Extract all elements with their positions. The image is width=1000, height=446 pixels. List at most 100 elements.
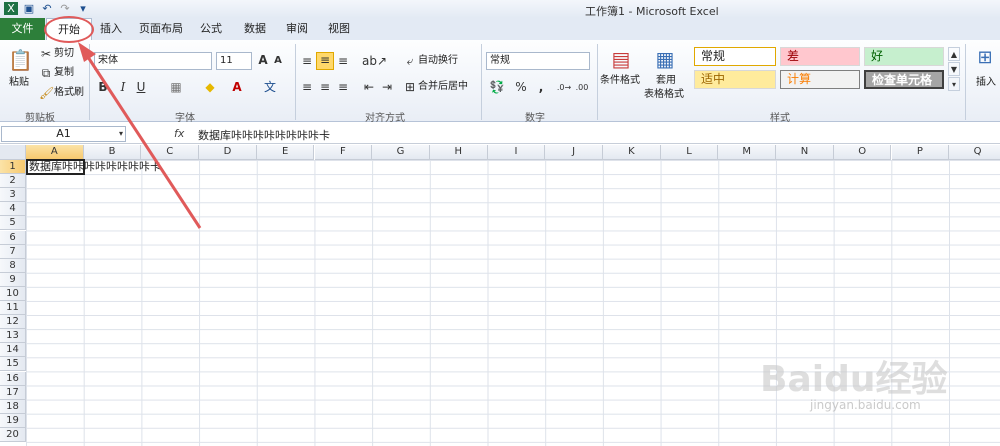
tab-data[interactable]: 数据	[238, 18, 272, 40]
font-size-select[interactable]: 11	[216, 52, 252, 70]
grow-font-icon[interactable]: A	[256, 53, 270, 67]
format-as-table-button-line2[interactable]: 表格格式	[644, 88, 684, 102]
undo-icon[interactable]: ↶	[40, 2, 54, 15]
column-header-k[interactable]: K	[603, 145, 661, 160]
tab-page-layout[interactable]: 页面布局	[134, 18, 188, 40]
tab-file[interactable]: 文件	[0, 18, 45, 40]
phonetic-icon[interactable]: 文	[262, 80, 278, 94]
tab-view[interactable]: 视图	[322, 18, 356, 40]
cut-button[interactable]: 剪切	[54, 47, 74, 61]
column-header-o[interactable]: O	[833, 145, 892, 160]
row-header-18[interactable]: 18	[0, 399, 26, 414]
cut-icon[interactable]: ✂	[39, 47, 53, 61]
row-header-19[interactable]: 19	[0, 413, 26, 428]
fill-color-icon[interactable]: ◆	[202, 80, 218, 94]
wrap-text-button[interactable]: 自动换行	[418, 54, 458, 68]
paste-icon[interactable]: 📋	[8, 48, 33, 72]
tab-insert[interactable]: 插入	[94, 18, 128, 40]
column-header-m[interactable]: M	[718, 145, 777, 160]
format-as-table-icon[interactable]: ▦	[652, 46, 678, 72]
align-middle-icon[interactable]: ≡	[316, 52, 334, 70]
underline-icon[interactable]: U	[134, 80, 148, 94]
align-center-icon[interactable]: ≡	[318, 80, 332, 94]
style-good[interactable]: 好	[864, 47, 944, 66]
column-header-q[interactable]: Q	[949, 145, 1000, 160]
row-header-17[interactable]: 17	[0, 385, 26, 400]
column-header-b[interactable]: B	[83, 145, 142, 160]
style-check-cell[interactable]: 检查单元格	[864, 70, 944, 89]
font-name-select[interactable]: 宋体	[94, 52, 212, 70]
insert-cells-icon[interactable]: ⊞	[974, 46, 996, 70]
tab-review[interactable]: 审阅	[280, 18, 314, 40]
insert-function-icon[interactable]: fx	[174, 127, 184, 140]
row-header-8[interactable]: 8	[0, 258, 26, 273]
decrease-indent-icon[interactable]: ⇤	[362, 80, 376, 94]
column-header-f[interactable]: F	[314, 145, 373, 160]
format-painter-button[interactable]: 格式刷	[54, 86, 84, 100]
comma-style-icon[interactable]: ,	[536, 80, 546, 94]
column-header-l[interactable]: L	[660, 145, 719, 160]
merge-center-icon[interactable]: ⊞	[403, 80, 417, 94]
row-header-14[interactable]: 14	[0, 343, 26, 358]
insert-cells-button[interactable]: 插入	[976, 76, 996, 90]
styles-more-icon[interactable]: ▾	[948, 77, 960, 91]
align-left-icon[interactable]: ≡	[300, 80, 314, 94]
row-header-4[interactable]: 4	[0, 202, 26, 217]
column-header-i[interactable]: I	[487, 145, 546, 160]
style-calculation[interactable]: 计算	[780, 70, 860, 89]
conditional-format-button[interactable]: 条件格式	[600, 74, 640, 88]
column-header-p[interactable]: P	[891, 145, 950, 160]
styles-scroll-down-icon[interactable]: ▼	[948, 62, 960, 76]
row-header-20[interactable]: 20	[0, 427, 26, 442]
align-top-icon[interactable]: ≡	[300, 54, 314, 68]
row-header-5[interactable]: 5	[0, 216, 26, 231]
conditional-format-icon[interactable]: ▤	[608, 46, 634, 72]
accounting-format-icon[interactable]: 💱	[488, 80, 506, 94]
copy-icon[interactable]: ⧉	[39, 66, 53, 80]
style-normal[interactable]: 常规	[694, 47, 776, 66]
column-header-e[interactable]: E	[256, 145, 315, 160]
column-header-c[interactable]: C	[141, 145, 200, 160]
row-header-12[interactable]: 12	[0, 315, 26, 330]
select-all-corner[interactable]	[0, 145, 26, 160]
style-neutral[interactable]: 适中	[694, 70, 776, 89]
merge-center-button[interactable]: 合并后居中	[418, 80, 468, 94]
row-header-13[interactable]: 13	[0, 329, 26, 344]
save-icon[interactable]: ▣	[22, 2, 36, 15]
customize-qat-icon[interactable]: ▾	[76, 2, 90, 15]
bold-icon[interactable]: B	[96, 80, 110, 94]
styles-scroll-up-icon[interactable]: ▲	[948, 47, 960, 61]
number-format-select[interactable]: 常规	[486, 52, 590, 70]
column-header-n[interactable]: N	[776, 145, 834, 160]
italic-icon[interactable]: I	[116, 80, 130, 94]
row-header-9[interactable]: 9	[0, 272, 26, 287]
align-right-icon[interactable]: ≡	[336, 80, 350, 94]
column-header-d[interactable]: D	[199, 145, 257, 160]
row-header-7[interactable]: 7	[0, 244, 26, 259]
format-as-table-button-line1[interactable]: 套用	[656, 74, 676, 88]
align-bottom-icon[interactable]: ≡	[336, 54, 350, 68]
row-header-15[interactable]: 15	[0, 357, 26, 372]
copy-button[interactable]: 复制	[54, 66, 74, 80]
column-header-h[interactable]: H	[429, 145, 488, 160]
row-header-16[interactable]: 16	[0, 371, 26, 386]
redo-icon[interactable]: ↷	[58, 2, 72, 15]
name-box[interactable]: A1	[1, 126, 126, 142]
row-header-3[interactable]: 3	[0, 188, 26, 203]
column-header-a[interactable]: A	[26, 145, 84, 160]
row-header-11[interactable]: 11	[0, 301, 26, 316]
formula-input[interactable]: 数据库咔咔咔咔咔咔咔咔卡	[198, 127, 330, 143]
row-header-10[interactable]: 10	[0, 286, 26, 301]
paste-button[interactable]: 粘贴	[9, 76, 29, 90]
decrease-decimal-icon[interactable]: .00	[574, 81, 590, 95]
percent-icon[interactable]: %	[515, 80, 527, 94]
format-painter-icon[interactable]: 🖌	[39, 86, 54, 100]
tab-formulas[interactable]: 公式	[194, 18, 228, 40]
font-color-icon[interactable]: A	[229, 80, 245, 94]
column-header-j[interactable]: J	[545, 145, 603, 160]
row-header-2[interactable]: 2	[0, 174, 26, 189]
shrink-font-icon[interactable]: A	[272, 54, 284, 68]
name-box-dropdown-icon[interactable]: ▾	[116, 127, 126, 141]
row-header-6[interactable]: 6	[0, 230, 26, 245]
row-header-1[interactable]: 1	[0, 160, 26, 175]
